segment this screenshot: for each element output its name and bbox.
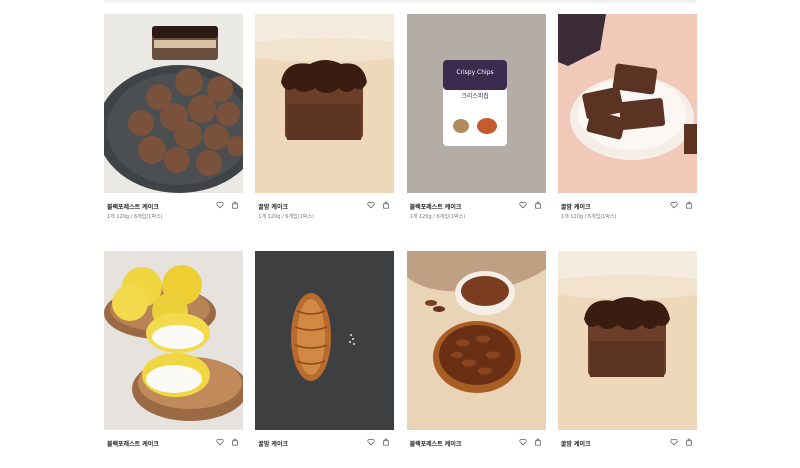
bag-icon[interactable] xyxy=(685,438,693,446)
product-name[interactable]: 꿀밤 케이크 xyxy=(258,202,288,211)
product-desc: 1개 120g / 6개입(1박스) xyxy=(409,214,466,220)
heart-icon[interactable] xyxy=(670,438,678,446)
product-image[interactable] xyxy=(104,14,243,193)
product-image[interactable] xyxy=(255,251,395,430)
chips-label: 크리스피칩 xyxy=(461,92,489,100)
product-card[interactable]: 꿀밤 케이크 1개 120g / 6개입(1박스) xyxy=(557,14,697,231)
product-image[interactable] xyxy=(255,14,395,193)
heart-icon[interactable] xyxy=(216,201,224,209)
product-desc: 1개 120g / 6개입(1박스) xyxy=(560,214,617,220)
heart-icon[interactable] xyxy=(670,201,678,209)
product-image[interactable] xyxy=(557,14,697,193)
product-image[interactable] xyxy=(406,251,546,430)
product-image[interactable] xyxy=(104,251,243,430)
bag-icon[interactable] xyxy=(382,438,390,446)
heart-icon[interactable] xyxy=(519,438,527,446)
product-card[interactable]: 꿀밤 케이크 1개 120g / 6개입(1박스) xyxy=(255,14,395,231)
product-card[interactable]: 블랙포레스트 케이크 xyxy=(406,251,546,468)
product-name[interactable]: 꿀밤 케이크 xyxy=(561,439,591,448)
product-name[interactable]: 블랙포레스트 케이크 xyxy=(107,202,159,211)
heart-icon[interactable] xyxy=(367,438,375,446)
bag-icon[interactable] xyxy=(685,201,693,209)
product-name[interactable]: 블랙포레스트 케이크 xyxy=(410,202,462,211)
product-name[interactable]: 꿀밤 케이크 xyxy=(258,439,288,448)
heart-icon[interactable] xyxy=(367,201,375,209)
top-divider xyxy=(104,0,696,3)
bag-icon[interactable] xyxy=(382,201,390,209)
product-desc: 1개 120g / 6개입(1박스) xyxy=(258,214,314,220)
product-card[interactable]: 블랙포레스트 케이크 1개 120g / 6개입(1박스) xyxy=(104,14,243,231)
product-image[interactable]: Crispy Chips 크리스피칩 xyxy=(406,14,546,193)
heart-icon[interactable] xyxy=(519,201,527,209)
heart-icon[interactable] xyxy=(216,438,224,446)
product-card[interactable]: 꿀밤 케이크 xyxy=(557,251,697,468)
product-card[interactable]: 블랙포레스트 케이크 xyxy=(104,251,243,468)
bag-icon[interactable] xyxy=(231,201,239,209)
product-name[interactable]: 블랙포레스트 케이크 xyxy=(410,439,462,448)
product-grid: 블랙포레스트 케이크 1개 120g / 6개입(1박스) 꿀밤 케이크 1개 … xyxy=(104,14,697,468)
bag-icon[interactable] xyxy=(534,201,542,209)
bag-icon[interactable] xyxy=(534,438,542,446)
product-card[interactable]: 꿀밤 케이크 xyxy=(255,251,395,468)
product-desc: 1개 120g / 6개입(1박스) xyxy=(107,214,163,220)
bag-icon[interactable] xyxy=(231,438,239,446)
chips-brand: Crispy Chips xyxy=(456,69,493,76)
product-name[interactable]: 꿀밤 케이크 xyxy=(561,202,591,211)
product-image[interactable] xyxy=(557,251,697,430)
product-card[interactable]: Crispy Chips 크리스피칩 블랙포레스트 케이크 1개 120g / … xyxy=(406,14,546,231)
product-name[interactable]: 블랙포레스트 케이크 xyxy=(107,439,159,448)
